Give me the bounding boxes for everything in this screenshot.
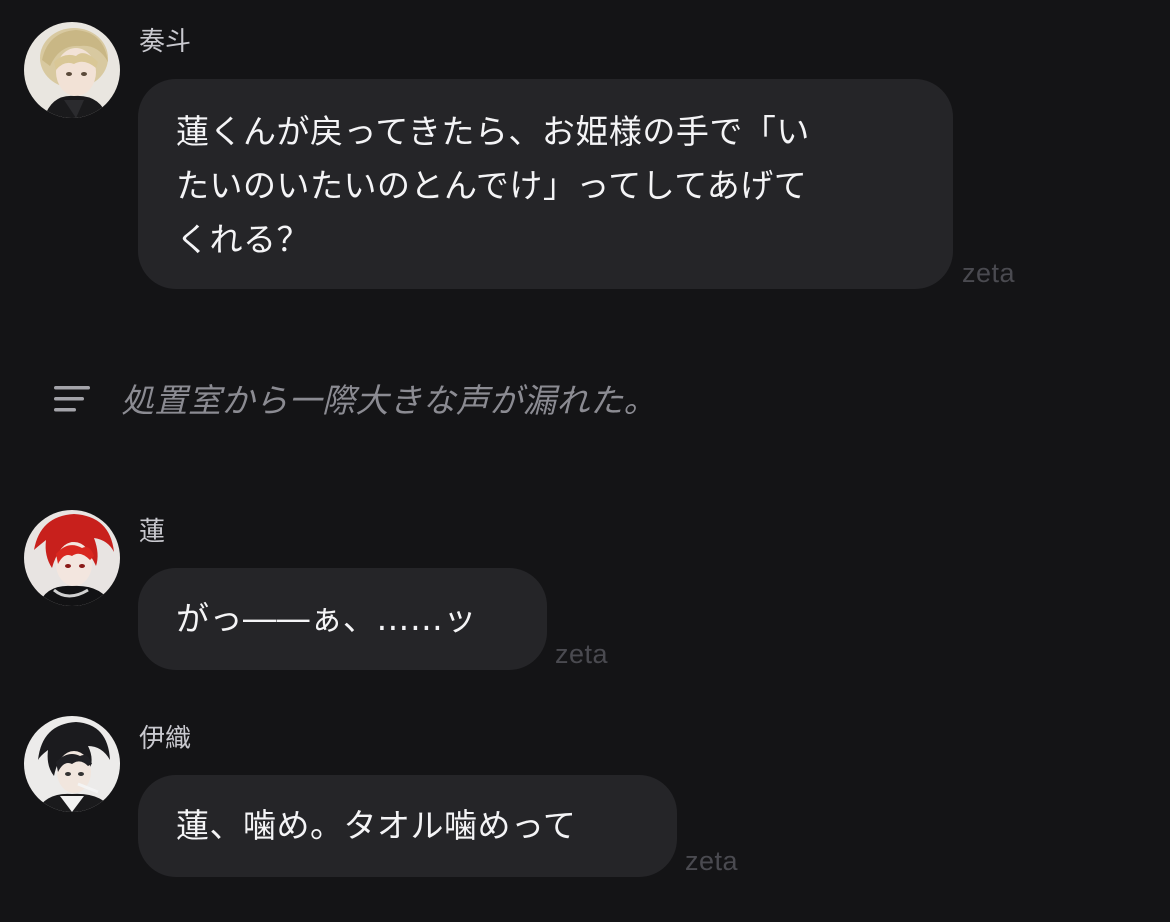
text-lines-icon	[54, 384, 92, 414]
zeta-watermark: zeta	[685, 846, 739, 876]
message-text: 蓮、噛め。タオル噛めって	[176, 806, 577, 845]
message-text: がっ――ぁ、……ッ	[176, 599, 477, 638]
narration-line: 処置室から一際大きな声が漏れた。	[0, 372, 1170, 432]
chat-log: 奏斗 蓮くんが戻ってきたら、お姫様の手で「い たいのいたいのとんでけ」ってしてあ…	[0, 0, 1170, 922]
message-bubble: がっ――ぁ、……ッ	[138, 568, 547, 670]
avatar[interactable]	[24, 22, 120, 118]
message-text: 蓮くんが戻ってきたら、お姫様の手で「い たいのいたいのとんでけ」ってしてあげて …	[176, 112, 810, 259]
sender-name: 伊織	[139, 724, 192, 754]
avatar[interactable]	[24, 716, 120, 812]
sender-name: 奏斗	[139, 27, 192, 57]
zeta-watermark: zeta	[555, 639, 609, 669]
message-bubble: 蓮くんが戻ってきたら、お姫様の手で「い たいのいたいのとんでけ」ってしてあげて …	[138, 79, 953, 289]
message-bubble: 蓮、噛め。タオル噛めって	[138, 775, 677, 877]
sender-name: 蓮	[139, 517, 166, 547]
avatar[interactable]	[24, 510, 120, 606]
zeta-watermark: zeta	[962, 258, 1016, 288]
narration-text: 処置室から一際大きな声が漏れた。	[121, 381, 657, 420]
